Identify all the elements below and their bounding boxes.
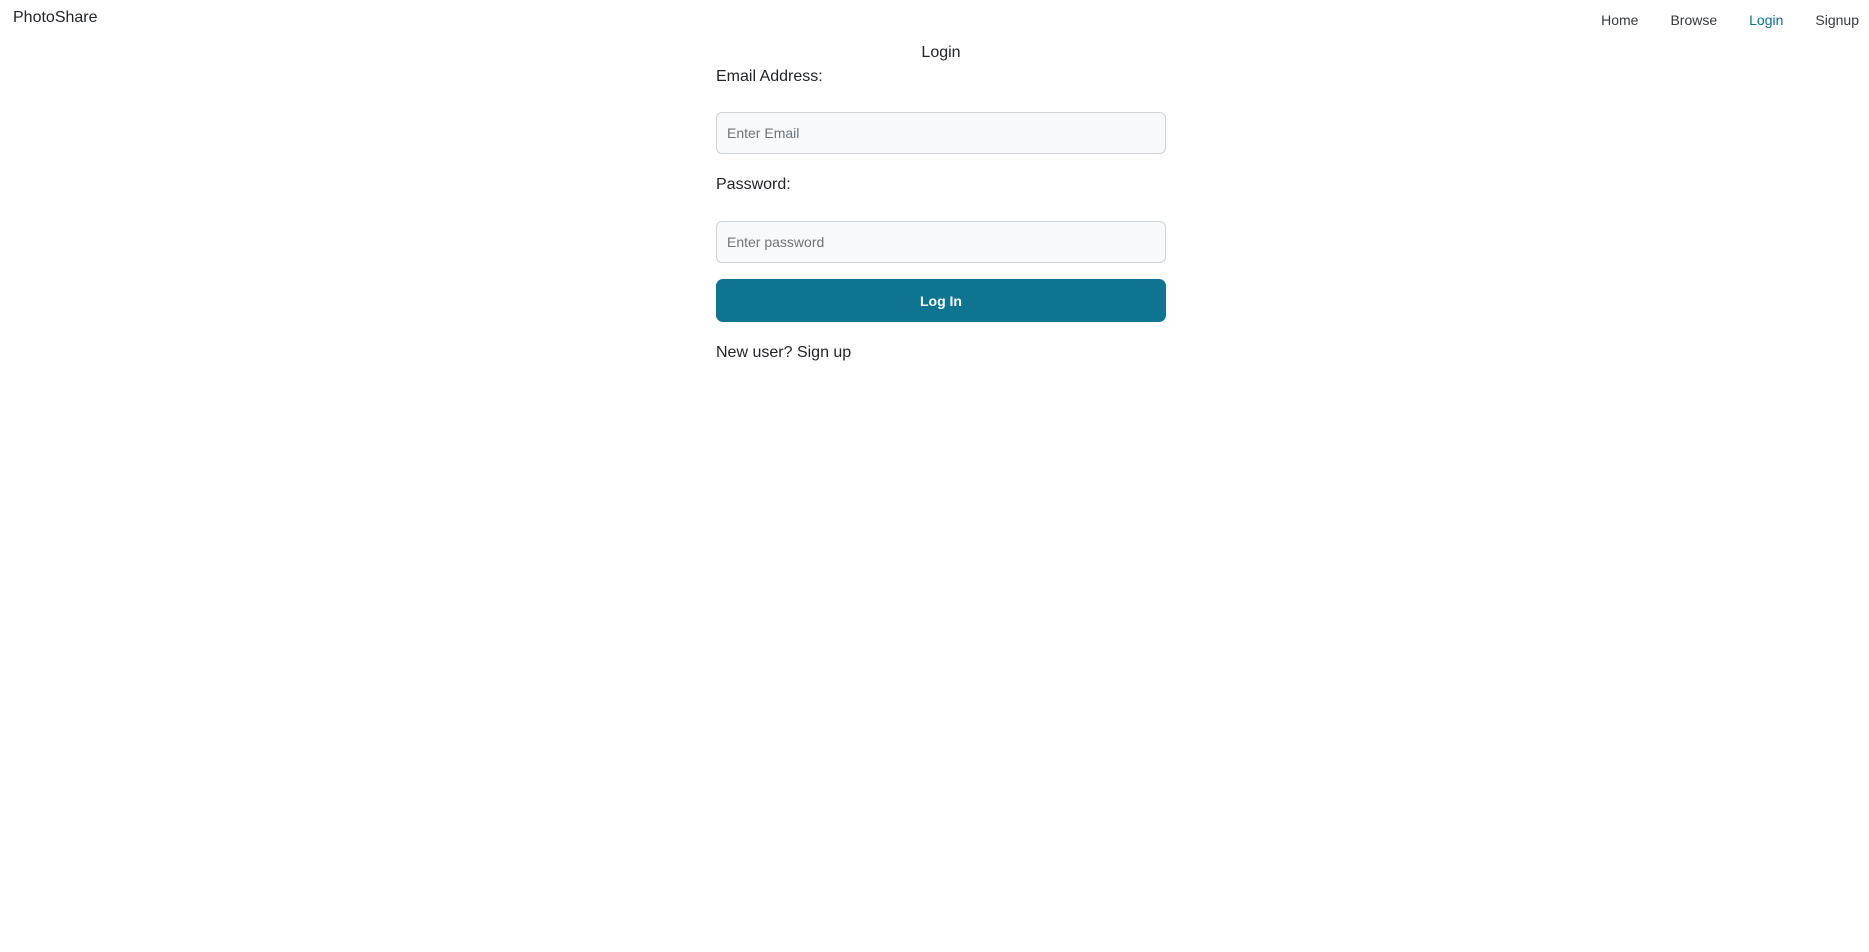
login-title: Login <box>921 44 961 61</box>
email-label: Email Address: <box>716 68 823 85</box>
navbar: PhotoShare Home Browse Login Signup <box>0 0 1869 38</box>
password-input[interactable] <box>716 221 1166 263</box>
email-input[interactable] <box>716 112 1166 154</box>
nav-link-login[interactable]: Login <box>1729 12 1795 28</box>
login-button[interactable]: Log In <box>716 279 1166 322</box>
password-label: Password: <box>716 176 791 193</box>
new-user-text: New user? <box>716 344 793 361</box>
signup-prompt: New user? Sign up <box>716 342 1166 364</box>
nav-link-browse[interactable]: Browse <box>1650 12 1729 28</box>
nav-link-home[interactable]: Home <box>1581 12 1650 28</box>
brand-logo-link[interactable]: PhotoShare <box>13 9 98 27</box>
login-form: Login Email Address: Password: Log In Ne… <box>716 42 1166 364</box>
nav-link-signup[interactable]: Signup <box>1795 12 1869 28</box>
signup-link[interactable]: Sign up <box>797 344 851 361</box>
nav-links: Home Browse Login Signup <box>1581 10 1869 30</box>
